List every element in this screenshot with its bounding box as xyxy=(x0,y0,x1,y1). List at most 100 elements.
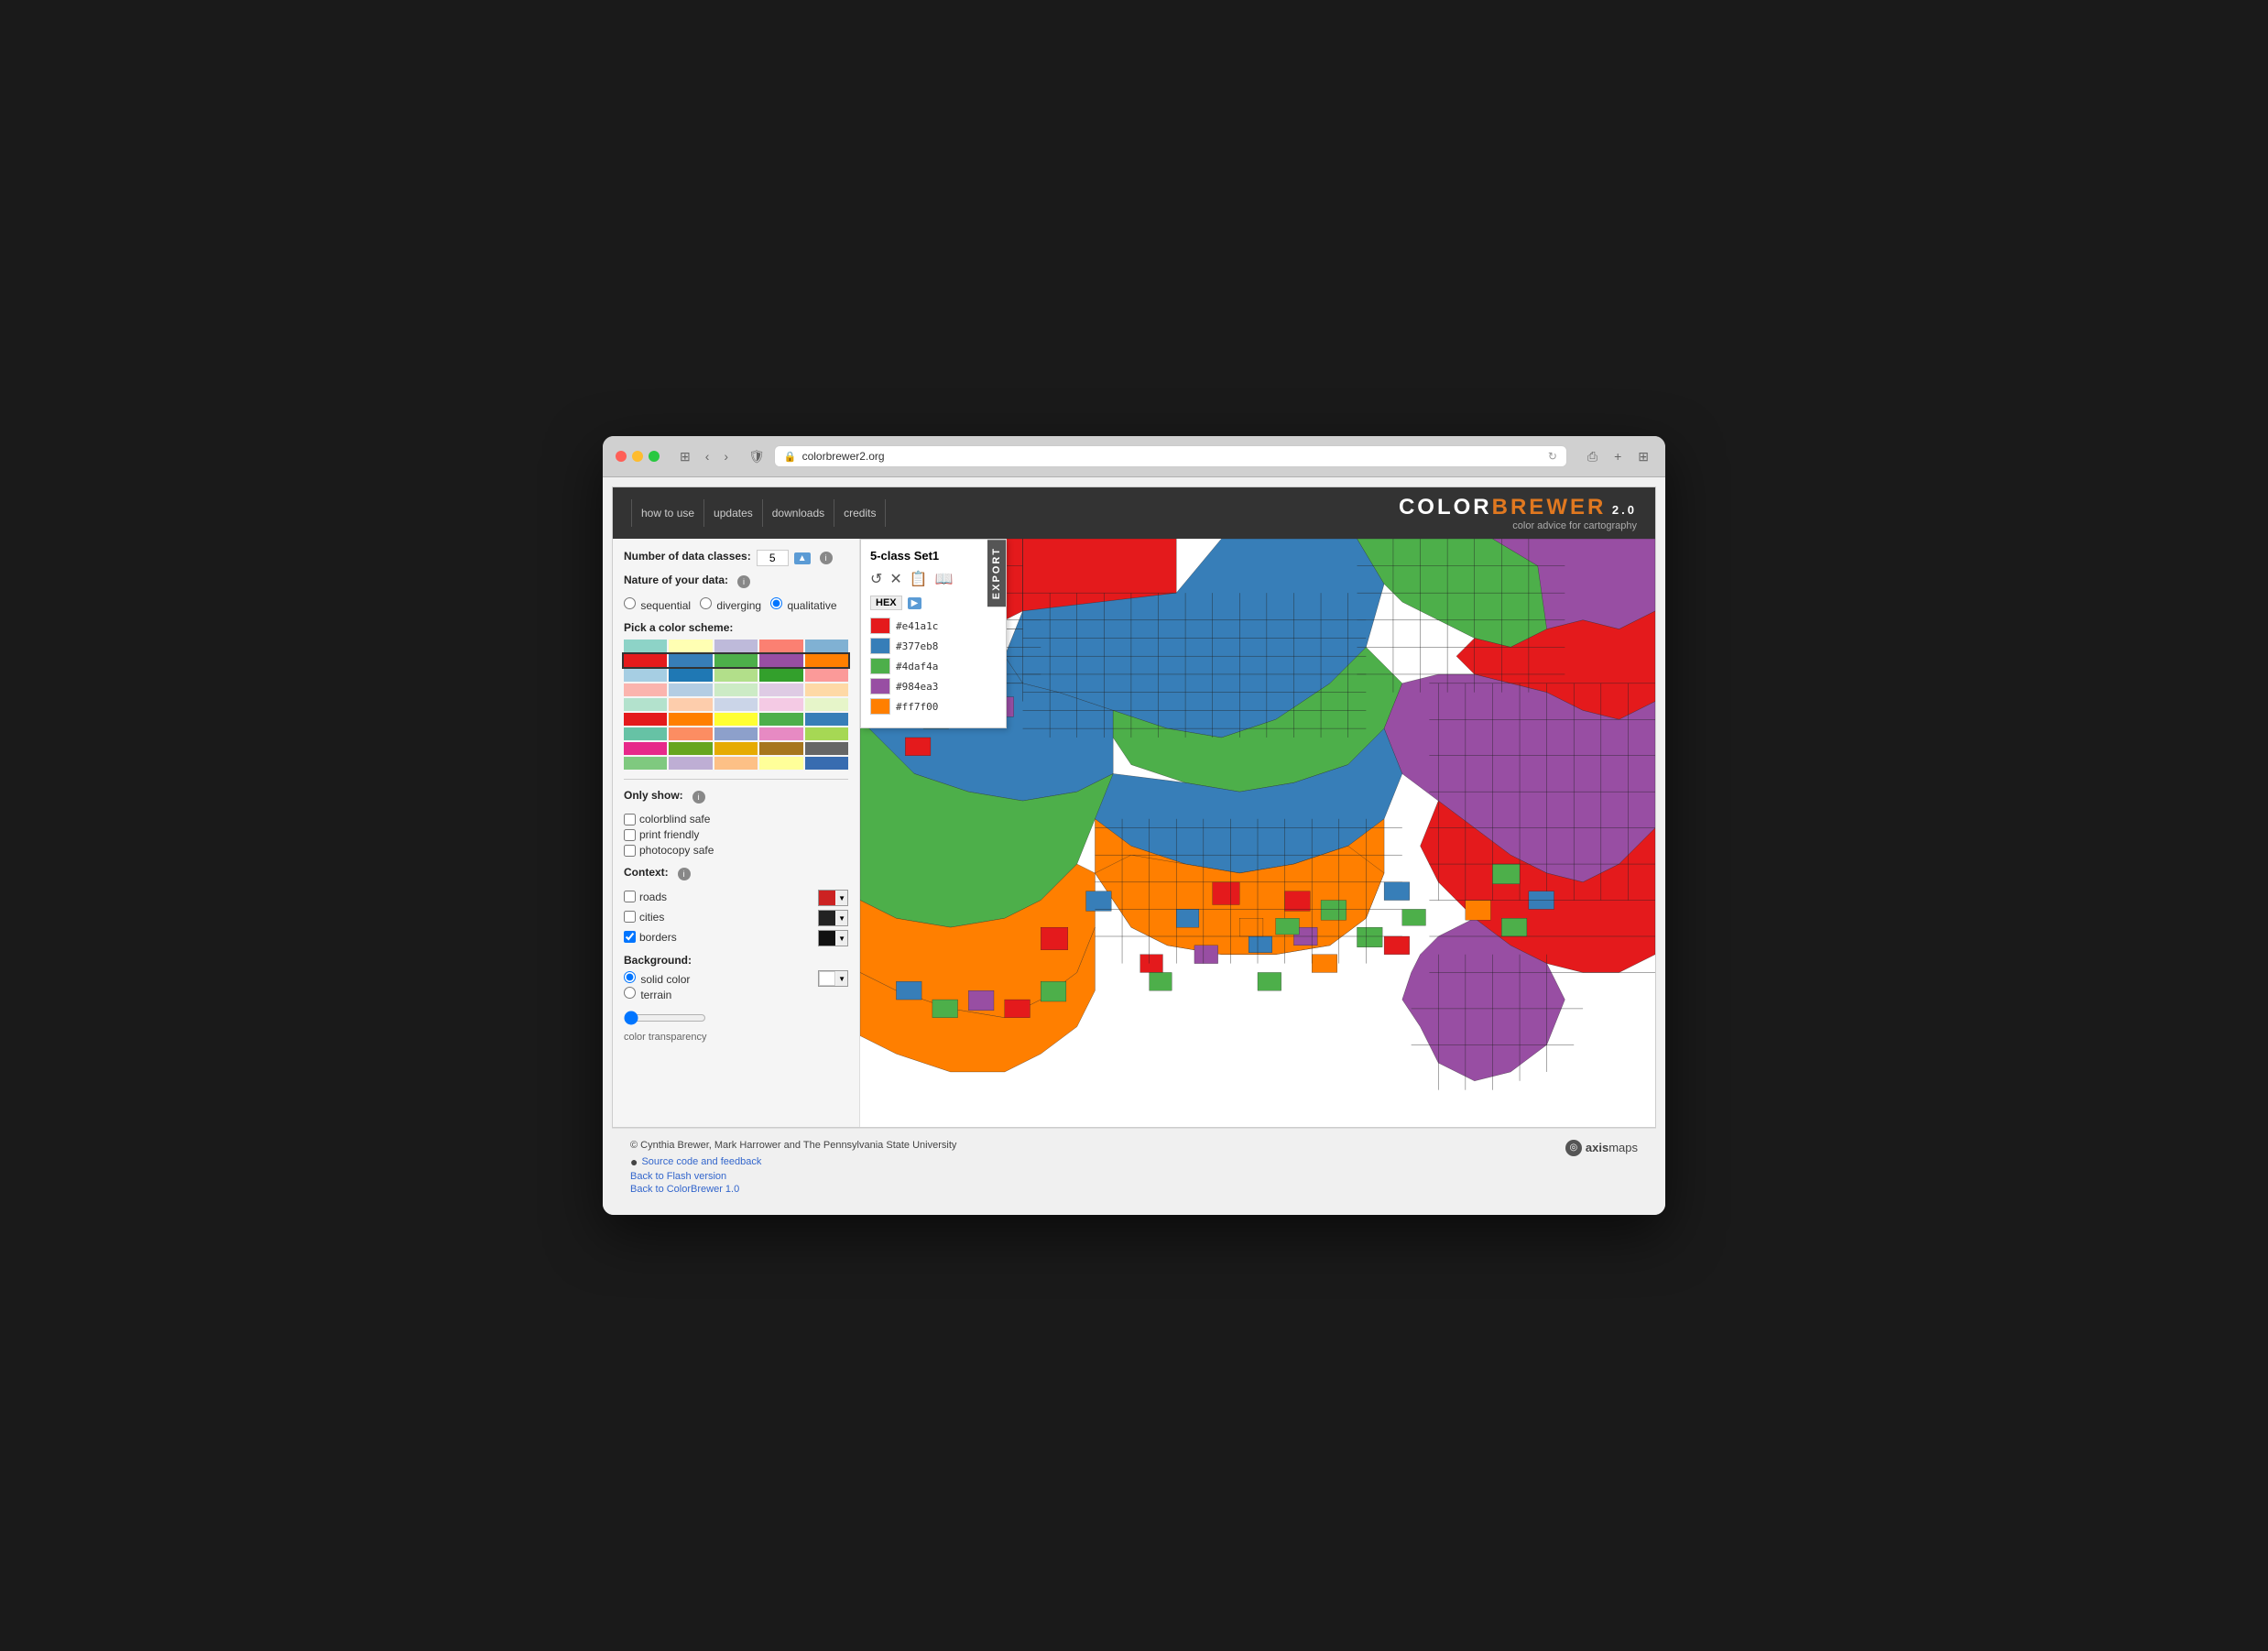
reload-icon[interactable]: ↻ xyxy=(1548,450,1557,463)
logo-brewer-text: BREWER xyxy=(1492,495,1607,519)
transparency-label: color transparency xyxy=(624,1032,848,1043)
only-show-info[interactable]: i xyxy=(692,791,705,804)
color-hex-3: #984ea3 xyxy=(896,681,938,693)
export-vertical-btn[interactable]: EXPORT xyxy=(987,540,1006,607)
context-roads[interactable]: roads xyxy=(624,891,667,903)
palette-cell xyxy=(714,683,758,696)
palette-cell xyxy=(669,669,712,682)
export-x-btn[interactable]: ✕ xyxy=(889,570,901,588)
palette-cell xyxy=(624,669,667,682)
palette-row-1[interactable] xyxy=(624,654,848,667)
browser-controls: ⊞ ‹ › xyxy=(676,447,732,466)
radio-qualitative[interactable]: qualitative xyxy=(770,597,836,612)
num-classes-spin[interactable]: ▲ xyxy=(794,552,811,564)
footer-links: ● Source code and feedback Back to Flash… xyxy=(630,1154,956,1195)
bg-terrain[interactable]: terrain xyxy=(624,989,671,1001)
bg-solid[interactable]: solid color xyxy=(624,971,690,986)
roads-color-btn[interactable]: ▼ xyxy=(818,890,848,906)
palette-cell xyxy=(759,713,802,726)
context-borders[interactable]: borders xyxy=(624,931,677,944)
traffic-lights xyxy=(616,451,660,462)
palette-cell xyxy=(805,640,848,652)
nature-radio-group: sequential diverging qualitative xyxy=(624,597,848,612)
bg-dropdown-arrow: ▼ xyxy=(836,971,847,986)
sidebar-toggle-button[interactable]: ⊞ xyxy=(676,447,694,466)
palette-cell xyxy=(805,742,848,755)
nav-credits[interactable]: credits xyxy=(834,499,886,527)
close-button[interactable] xyxy=(616,451,627,462)
forward-button[interactable]: › xyxy=(720,447,732,465)
color-entry-2: #4daf4a xyxy=(870,658,997,674)
num-classes-info[interactable]: i xyxy=(820,552,833,564)
export-recycle-btn[interactable]: ↺ xyxy=(870,570,882,588)
palette-cell xyxy=(759,669,802,682)
export-book-btn[interactable]: 📖 xyxy=(935,570,954,588)
palette-row-7[interactable] xyxy=(624,742,848,755)
minimize-button[interactable] xyxy=(632,451,643,462)
cities-color-btn[interactable]: ▼ xyxy=(818,910,848,926)
palette-cell xyxy=(759,683,802,696)
palette-row-4[interactable] xyxy=(624,698,848,711)
palette-row-8[interactable] xyxy=(624,757,848,770)
color-swatch-1 xyxy=(870,638,890,654)
palette-cell xyxy=(759,757,802,770)
nav-updates[interactable]: updates xyxy=(704,499,763,527)
export-clip-btn[interactable]: 📋 xyxy=(910,570,928,588)
context-cities-row: cities ▼ xyxy=(624,910,848,926)
filter-colorblind[interactable]: colorblind safe xyxy=(624,813,848,826)
palette-row-6[interactable] xyxy=(624,727,848,740)
context-info[interactable]: i xyxy=(678,868,691,880)
back-button[interactable]: ‹ xyxy=(702,447,714,465)
roads-dropdown-arrow: ▼ xyxy=(836,891,847,905)
copyright-text: © Cynthia Brewer, Mark Harrower and The … xyxy=(630,1140,956,1151)
palette-cell xyxy=(714,698,758,711)
share-button[interactable]: ⎙ xyxy=(1584,447,1601,466)
palette-cell xyxy=(669,683,712,696)
palette-row-2[interactable] xyxy=(624,669,848,682)
palette-cell xyxy=(624,742,667,755)
context-section: Context: i roads ▼ xyxy=(624,866,848,946)
context-roads-row: roads ▼ xyxy=(624,890,848,906)
only-show-section: Only show: i colorblind safe print frien… xyxy=(624,789,848,857)
nav-downloads[interactable]: downloads xyxy=(763,499,834,527)
axismaps-text: axismaps xyxy=(1586,1141,1638,1154)
palette-cell xyxy=(714,742,758,755)
export-icons: ↺ ✕ 📋 📖 xyxy=(870,570,997,588)
nav-how-to-use[interactable]: how to use xyxy=(631,499,704,527)
transparency-slider[interactable] xyxy=(624,1011,706,1025)
palette-cell xyxy=(669,640,712,652)
num-classes-input[interactable] xyxy=(757,550,789,566)
bg-color-btn[interactable]: ▼ xyxy=(818,970,848,987)
color-swatch-0 xyxy=(870,618,890,634)
borders-color-btn[interactable]: ▼ xyxy=(818,930,848,946)
source-code-link[interactable]: Source code and feedback xyxy=(641,1156,761,1167)
url-bar[interactable]: 🔒 colorbrewer2.org ↻ xyxy=(774,445,1567,467)
hex-format-label: HEX xyxy=(870,596,902,610)
palette-cell xyxy=(805,669,848,682)
browser-window: ⊞ ‹ › 🛡 🔒 colorbrewer2.org ↻ ⎙ + ⊞ how t… xyxy=(603,436,1665,1214)
color-hex-4: #ff7f00 xyxy=(896,701,938,713)
export-panel: 5-class Set1 ↺ ✕ 📋 📖 HEX ▶ xyxy=(860,539,1007,728)
grid-button[interactable]: ⊞ xyxy=(1634,447,1652,466)
palette-cell xyxy=(805,713,848,726)
color-list: #e41a1c #377eb8 #4daf4a xyxy=(870,618,997,715)
colorbrewer1-link[interactable]: Back to ColorBrewer 1.0 xyxy=(630,1184,956,1195)
hex-copy-btn[interactable]: ▶ xyxy=(908,597,922,609)
maximize-button[interactable] xyxy=(649,451,660,462)
color-hex-2: #4daf4a xyxy=(896,661,938,672)
color-entry-4: #ff7f00 xyxy=(870,698,997,715)
cities-dropdown-arrow: ▼ xyxy=(836,911,847,925)
context-cities[interactable]: cities xyxy=(624,911,664,924)
radio-sequential[interactable]: sequential xyxy=(624,597,691,612)
new-tab-button[interactable]: + xyxy=(1610,447,1625,466)
palette-cell xyxy=(759,640,802,652)
palette-row-5[interactable] xyxy=(624,713,848,726)
color-hex-1: #377eb8 xyxy=(896,640,938,652)
filter-print[interactable]: print friendly xyxy=(624,828,848,841)
palette-row-3[interactable] xyxy=(624,683,848,696)
filter-photocopy[interactable]: photocopy safe xyxy=(624,844,848,857)
radio-diverging[interactable]: diverging xyxy=(700,597,761,612)
nature-info[interactable]: i xyxy=(737,575,750,588)
flash-version-link[interactable]: Back to Flash version xyxy=(630,1171,956,1182)
palette-row-0[interactable] xyxy=(624,640,848,652)
